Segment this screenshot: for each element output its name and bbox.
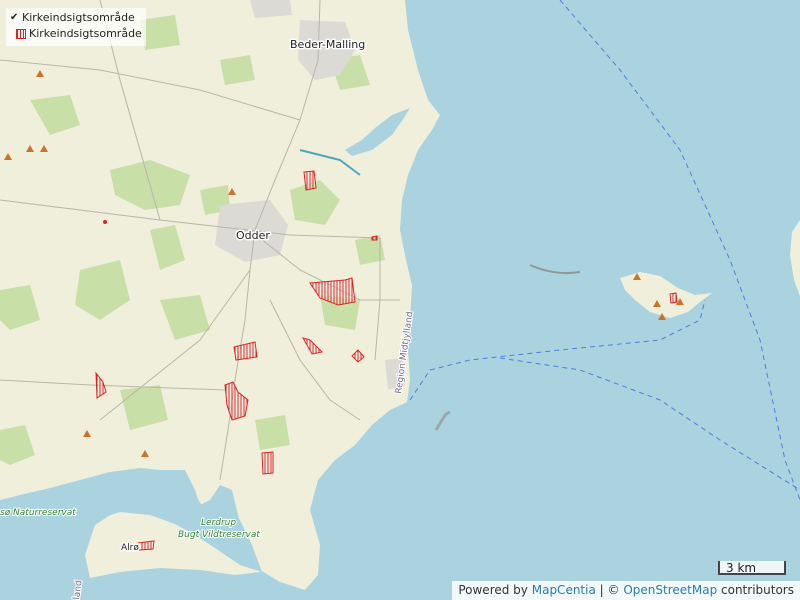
openstreetmap-link[interactable]: OpenStreetMap	[623, 583, 717, 597]
layer-panel: ✔ Kirkeindsigtsområde Kirkeindsigtsområd…	[6, 8, 146, 46]
label-bugt-vildtreservat: Bugt Vildtreservat	[178, 530, 260, 540]
label-lerdrup: Lerdrup	[201, 518, 236, 528]
mapcentia-link[interactable]: MapCentia	[532, 583, 596, 597]
scale-bar: 3 km	[718, 561, 786, 575]
kirkeindsigt-area[interactable]	[670, 293, 677, 303]
attribution-contributors: contributors	[721, 583, 794, 597]
place-label-alro: Alrø	[121, 543, 139, 553]
attribution-powered-by: Powered by	[458, 583, 528, 597]
kirkeindsigt-area[interactable]	[262, 452, 273, 474]
place-label-odder: Odder	[236, 229, 270, 242]
kirkeindsigt-area[interactable]	[372, 236, 377, 240]
map-canvas[interactable]: Beder-Malling Odder Alrø Lerdrup Bugt Vi…	[0, 0, 800, 600]
scale-label: 3 km	[726, 561, 756, 575]
attribution: Powered by MapCentia | © OpenStreetMap c…	[452, 581, 800, 600]
map-view[interactable]: Beder-Malling Odder Alrø Lerdrup Bugt Vi…	[0, 0, 800, 600]
layer-legend-item: Kirkeindsigtsområde	[10, 26, 142, 42]
kirkeindsigt-area[interactable]	[138, 541, 154, 550]
label-naturreservat: sø Naturreservat	[0, 508, 76, 518]
kirkeindsigt-area[interactable]	[304, 171, 316, 190]
layer-legend-label: Kirkeindsigtsområde	[29, 26, 142, 42]
layer-group-label[interactable]: Kirkeindsigtsområde	[22, 10, 135, 26]
kirkeindsigt-point[interactable]	[103, 220, 107, 224]
check-icon[interactable]: ✔	[10, 10, 19, 26]
attribution-separator: | ©	[600, 583, 620, 597]
hatch-swatch-icon	[16, 29, 26, 39]
layer-toggle[interactable]: ✔ Kirkeindsigtsområde	[10, 10, 142, 26]
place-label-beder-malling: Beder-Malling	[290, 38, 365, 51]
